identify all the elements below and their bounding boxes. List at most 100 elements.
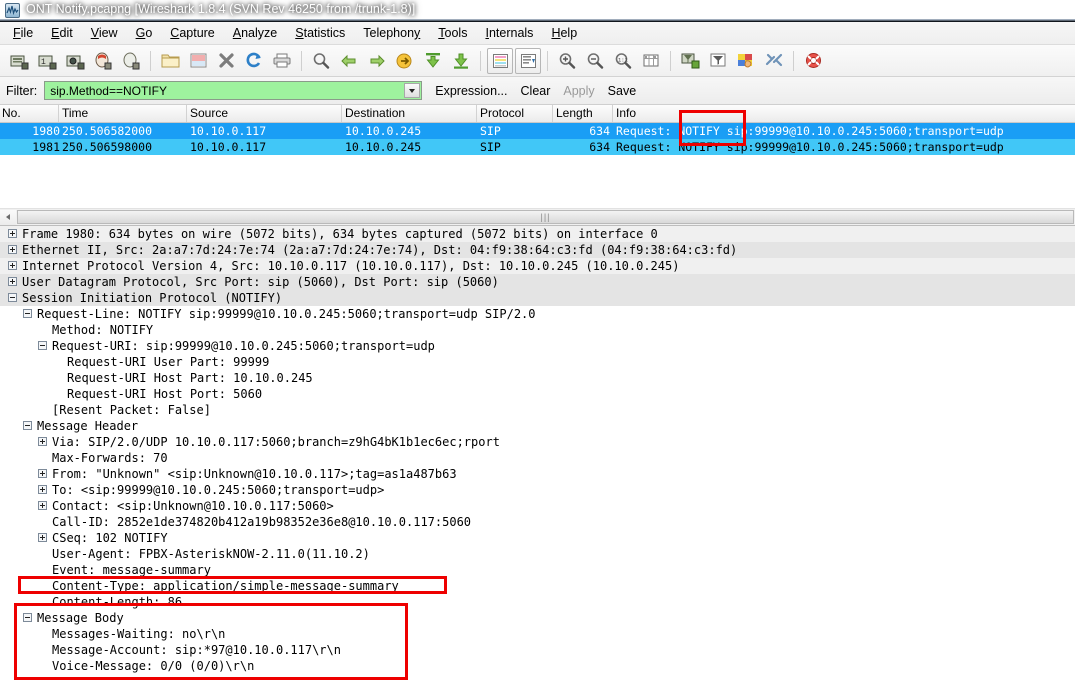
display-filter-input[interactable]: sip.Method==NOTIFY	[44, 81, 423, 100]
packet-list-hscrollbar[interactable]: |||	[0, 208, 1075, 225]
menu-internals[interactable]: Internals	[476, 24, 542, 42]
column-header-no[interactable]: No.	[2, 106, 21, 120]
zoom-in-icon[interactable]	[554, 48, 580, 74]
expand-icon[interactable]	[8, 245, 17, 254]
column-divider[interactable]	[476, 105, 477, 122]
detail-tree-row[interactable]: Contact: <sip:Unknown@10.10.0.117:5060>	[0, 498, 1075, 514]
detail-tree-row[interactable]: Messages-Waiting: no\r\n	[0, 626, 1075, 642]
column-header-length[interactable]: Length	[556, 106, 593, 120]
expand-icon[interactable]	[38, 533, 47, 542]
capture-options-icon[interactable]: 1	[34, 48, 60, 74]
column-divider[interactable]	[341, 105, 342, 122]
column-header-source[interactable]: Source	[190, 106, 228, 120]
zoom-out-icon[interactable]	[582, 48, 608, 74]
detail-tree-row[interactable]: To: <sip:99999@10.10.0.245:5060;transpor…	[0, 482, 1075, 498]
column-divider[interactable]	[612, 105, 613, 122]
preferences-icon[interactable]	[761, 48, 787, 74]
restart-capture-icon[interactable]	[118, 48, 144, 74]
menu-view[interactable]: View	[82, 24, 127, 42]
detail-tree-row[interactable]: Content-Type: application/simple-message…	[0, 578, 1075, 594]
save-file-icon[interactable]	[185, 48, 211, 74]
collapse-icon[interactable]	[38, 341, 47, 350]
stop-capture-icon[interactable]	[90, 48, 116, 74]
close-file-icon[interactable]	[213, 48, 239, 74]
expand-icon[interactable]	[8, 277, 17, 286]
filter-apply-button[interactable]: Apply	[563, 84, 594, 98]
expand-icon[interactable]	[8, 229, 17, 238]
packet-list-row[interactable]: 1980 250.506582000 10.10.0.117 10.10.0.245 S…	[0, 123, 1075, 139]
column-header-protocol[interactable]: Protocol	[480, 106, 524, 120]
collapse-icon[interactable]	[8, 293, 17, 302]
detail-tree-row[interactable]: Request-Line: NOTIFY sip:99999@10.10.0.2…	[0, 306, 1075, 322]
filter-history-dropdown[interactable]	[404, 83, 421, 98]
auto-scroll-icon[interactable]	[515, 47, 541, 74]
menu-tools[interactable]: Tools	[429, 24, 476, 42]
menu-capture[interactable]: Capture	[161, 24, 223, 42]
go-forward-icon[interactable]	[364, 48, 390, 74]
colorize-icon[interactable]	[487, 47, 513, 74]
detail-tree-row[interactable]: CSeq: 102 NOTIFY	[0, 530, 1075, 546]
detail-tree-row[interactable]: Method: NOTIFY	[0, 322, 1075, 338]
go-first-packet-icon[interactable]	[420, 48, 446, 74]
column-divider[interactable]	[58, 105, 59, 122]
expand-icon[interactable]	[8, 261, 17, 270]
column-header-destination[interactable]: Destination	[345, 106, 405, 120]
column-divider[interactable]	[186, 105, 187, 122]
detail-tree-row[interactable]: User Datagram Protocol, Src Port: sip (5…	[0, 274, 1075, 290]
detail-tree-row[interactable]: Content-Length: 86	[0, 594, 1075, 610]
menu-go[interactable]: Go	[127, 24, 162, 42]
detail-tree-row[interactable]: Request-URI Host Part: 10.10.0.245	[0, 370, 1075, 386]
detail-tree-row[interactable]: Ethernet II, Src: 2a:a7:7d:24:7e:74 (2a:…	[0, 242, 1075, 258]
filter-expression-button[interactable]: Expression...	[435, 84, 507, 98]
menu-analyze[interactable]: Analyze	[224, 24, 286, 42]
expand-icon[interactable]	[38, 485, 47, 494]
go-to-packet-icon[interactable]	[392, 48, 418, 74]
collapse-icon[interactable]	[23, 613, 32, 622]
scrollbar-thumb[interactable]: |||	[17, 210, 1074, 224]
zoom-reset-icon[interactable]: 1:1	[610, 48, 636, 74]
collapse-icon[interactable]	[23, 309, 32, 318]
resize-columns-icon[interactable]	[638, 48, 664, 74]
print-icon[interactable]	[269, 48, 295, 74]
detail-tree-row[interactable]: Via: SIP/2.0/UDP 10.10.0.117:5060;branch…	[0, 434, 1075, 450]
reload-icon[interactable]	[241, 48, 267, 74]
detail-tree-row[interactable]: Request-URI User Part: 99999	[0, 354, 1075, 370]
start-capture-icon[interactable]	[62, 48, 88, 74]
menu-help[interactable]: Help	[542, 24, 586, 42]
collapse-icon[interactable]	[23, 421, 32, 430]
filter-save-button[interactable]: Save	[608, 84, 637, 98]
detail-tree-row[interactable]: User-Agent: FPBX-AsteriskNOW-2.11.0(11.1…	[0, 546, 1075, 562]
packet-detail-tree[interactable]: Frame 1980: 634 bytes on wire (5072 bits…	[0, 225, 1075, 692]
menu-telephony[interactable]: Telephony	[354, 24, 429, 42]
menu-statistics[interactable]: Statistics	[286, 24, 354, 42]
go-last-packet-icon[interactable]	[448, 48, 474, 74]
find-packet-icon[interactable]	[308, 48, 334, 74]
detail-tree-row[interactable]: Message Body	[0, 610, 1075, 626]
go-back-icon[interactable]	[336, 48, 362, 74]
detail-tree-row[interactable]: Frame 1980: 634 bytes on wire (5072 bits…	[0, 226, 1075, 242]
filter-clear-button[interactable]: Clear	[521, 84, 551, 98]
expand-icon[interactable]	[38, 469, 47, 478]
detail-tree-row[interactable]: From: "Unknown" <sip:Unknown@10.10.0.117…	[0, 466, 1075, 482]
open-file-icon[interactable]	[157, 48, 183, 74]
detail-tree-row[interactable]: Request-URI Host Port: 5060	[0, 386, 1075, 402]
interfaces-icon[interactable]	[6, 48, 32, 74]
capture-filters-icon[interactable]	[677, 48, 703, 74]
column-header-info[interactable]: Info	[616, 106, 636, 120]
help-icon[interactable]	[800, 48, 826, 74]
detail-tree-row[interactable]: [Resent Packet: False]	[0, 402, 1075, 418]
detail-tree-row[interactable]: Session Initiation Protocol (NOTIFY)	[0, 290, 1075, 306]
column-header-time[interactable]: Time	[62, 106, 88, 120]
detail-tree-row[interactable]: Request-URI: sip:99999@10.10.0.245:5060;…	[0, 338, 1075, 354]
expand-icon[interactable]	[38, 501, 47, 510]
packet-list[interactable]: 1980 250.506582000 10.10.0.117 10.10.0.245 S…	[0, 123, 1075, 208]
detail-tree-row[interactable]: Event: message-summary	[0, 562, 1075, 578]
scroll-left-button[interactable]	[0, 209, 16, 225]
detail-tree-row[interactable]: Max-Forwards: 70	[0, 450, 1075, 466]
detail-tree-row[interactable]: Voice-Message: 0/0 (0/0)\r\n	[0, 658, 1075, 674]
coloring-rules-icon[interactable]	[733, 48, 759, 74]
detail-tree-row[interactable]: Call-ID: 2852e1de374820b412a19b98352e36e…	[0, 514, 1075, 530]
display-filters-icon[interactable]	[705, 48, 731, 74]
detail-tree-row[interactable]: Message Header	[0, 418, 1075, 434]
expand-icon[interactable]	[38, 437, 47, 446]
